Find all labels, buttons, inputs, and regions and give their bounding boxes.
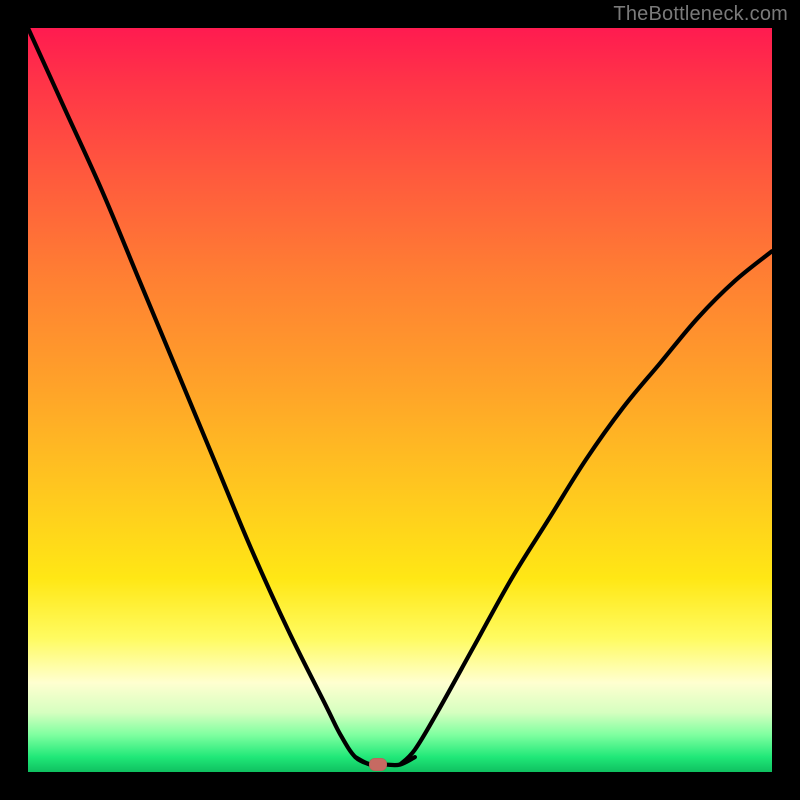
optimal-point-marker [369, 758, 387, 771]
watermark-label: TheBottleneck.com [613, 3, 788, 26]
chart-frame: TheBottleneck.com [0, 0, 800, 800]
plot-area [28, 28, 772, 772]
bottleneck-curve [28, 28, 772, 772]
